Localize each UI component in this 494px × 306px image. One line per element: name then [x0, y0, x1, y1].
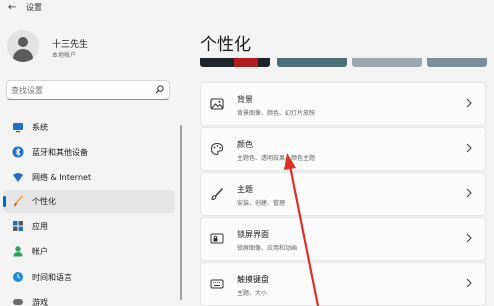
settings-card-lock-screen[interactable]: 锁屏界面 锁屏图像、应用和动画: [200, 217, 486, 261]
brush-icon: [14, 195, 24, 206]
card-title: 背景: [237, 95, 253, 104]
sidebar-item-label: 网络 & Internet: [32, 173, 92, 182]
settings-card-colors[interactable]: 颜色 主题色、透明效果、颜色主题: [200, 127, 486, 171]
sidebar-item-gaming[interactable]: 游戏: [3, 291, 175, 306]
sidebar-scrollbar[interactable]: [180, 125, 182, 300]
avatar[interactable]: [7, 30, 39, 62]
settings-card-touch-keyboard[interactable]: 触摸键盘 主题、大小: [200, 262, 486, 306]
card-description: 主题色、透明效果、颜色主题: [237, 155, 316, 162]
sidebar-item-label: 个性化: [32, 197, 56, 206]
window-title: 设置: [26, 3, 42, 12]
theme-preview-thumbnail[interactable]: [200, 58, 270, 67]
card-description: 锁屏图像、应用和动画: [237, 245, 298, 252]
user-name: 十三先生: [52, 40, 89, 50]
sidebar-item-label: 蓝牙和其他设备: [32, 148, 88, 157]
settings-card-background[interactable]: 背景 背景图像、颜色、幻灯片放映: [200, 82, 486, 126]
search-input[interactable]: [11, 83, 151, 97]
globe-clock-icon: [13, 272, 23, 282]
account-type: 本地帐户: [52, 52, 77, 59]
sidebar-item-label: 系统: [32, 123, 48, 132]
image-icon: [210, 98, 224, 110]
back-arrow-icon[interactable]: ←: [8, 2, 16, 14]
search-icon[interactable]: [155, 85, 164, 94]
brush-icon: [211, 188, 223, 201]
person-icon: [13, 246, 23, 257]
card-title: 颜色: [237, 140, 253, 149]
card-description: 主题、大小: [237, 290, 268, 297]
card-title: 触摸键盘: [237, 275, 269, 284]
avatar-body: [13, 49, 33, 62]
apps-icon: [13, 221, 23, 231]
chevron-right-icon: [466, 143, 472, 153]
sidebar-item-accounts[interactable]: 帐户: [3, 240, 175, 263]
sidebar-item-label: 帐户: [32, 247, 48, 256]
chevron-right-icon: [466, 233, 472, 243]
wifi-icon: [13, 173, 23, 182]
theme-preview-thumbnail[interactable]: [352, 58, 422, 67]
card-title: 锁屏界面: [237, 230, 269, 239]
active-indicator: [3, 196, 6, 207]
page-title: 个性化: [200, 35, 251, 55]
chevron-right-icon: [466, 188, 472, 198]
title-bar: ← 设置: [0, 0, 494, 16]
gamepad-icon: [13, 299, 23, 305]
card-description: 背景图像、颜色、幻灯片放映: [237, 110, 316, 117]
lock-screen-icon: [210, 233, 224, 244]
sidebar-item-network[interactable]: 网络 & Internet: [3, 166, 175, 189]
monitor-icon: [13, 123, 23, 133]
palette-icon: [210, 142, 224, 156]
theme-preview-thumbnail[interactable]: [427, 58, 487, 67]
bluetooth-icon: [12, 146, 24, 158]
sidebar-item-apps[interactable]: 应用: [3, 215, 175, 238]
sidebar-item-time-language[interactable]: 时间和语言: [3, 266, 175, 289]
sidebar-item-label: 游戏: [32, 298, 48, 306]
sidebar-item-label: 应用: [32, 222, 48, 231]
avatar-head: [18, 37, 28, 47]
keyboard-icon: [210, 279, 224, 289]
sidebar-item-label: 时间和语言: [32, 273, 72, 282]
chevron-right-icon: [466, 278, 472, 288]
chevron-right-icon: [466, 98, 472, 108]
theme-preview-thumbnail[interactable]: [277, 58, 347, 67]
card-title: 主题: [237, 185, 253, 194]
search-box[interactable]: [6, 80, 170, 100]
sidebar-item-bluetooth[interactable]: 蓝牙和其他设备: [3, 141, 175, 164]
sidebar-item-personalization[interactable]: 个性化: [3, 190, 175, 213]
settings-card-themes[interactable]: 主题 安装、创建、管理: [200, 172, 486, 216]
sidebar-item-system[interactable]: 系统: [3, 116, 175, 139]
card-description: 安装、创建、管理: [237, 200, 286, 207]
